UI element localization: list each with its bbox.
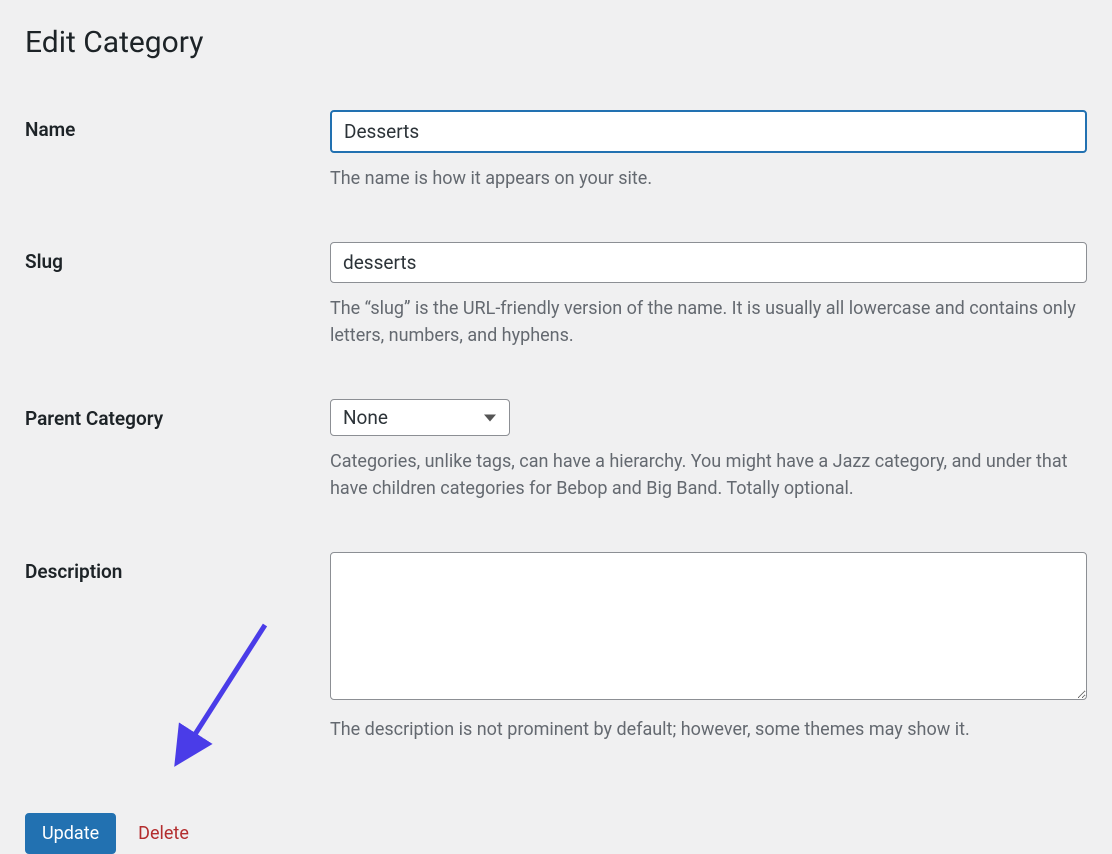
parent-select[interactable]: None: [330, 399, 510, 436]
update-button[interactable]: Update: [25, 813, 116, 854]
description-label: Description: [25, 560, 122, 583]
page-title: Edit Category: [25, 25, 1087, 60]
name-help: The name is how it appears on your site.: [330, 165, 1087, 192]
slug-label: Slug: [25, 250, 63, 273]
delete-link[interactable]: Delete: [138, 823, 189, 844]
slug-input[interactable]: [330, 242, 1087, 283]
name-label: Name: [25, 118, 75, 141]
parent-help: Categories, unlike tags, can have a hier…: [330, 448, 1087, 502]
description-textarea[interactable]: [330, 552, 1087, 700]
slug-help: The “slug” is the URL-friendly version o…: [330, 295, 1087, 349]
name-input[interactable]: [330, 110, 1087, 153]
parent-label: Parent Category: [25, 407, 163, 430]
description-help: The description is not prominent by defa…: [330, 716, 1087, 743]
